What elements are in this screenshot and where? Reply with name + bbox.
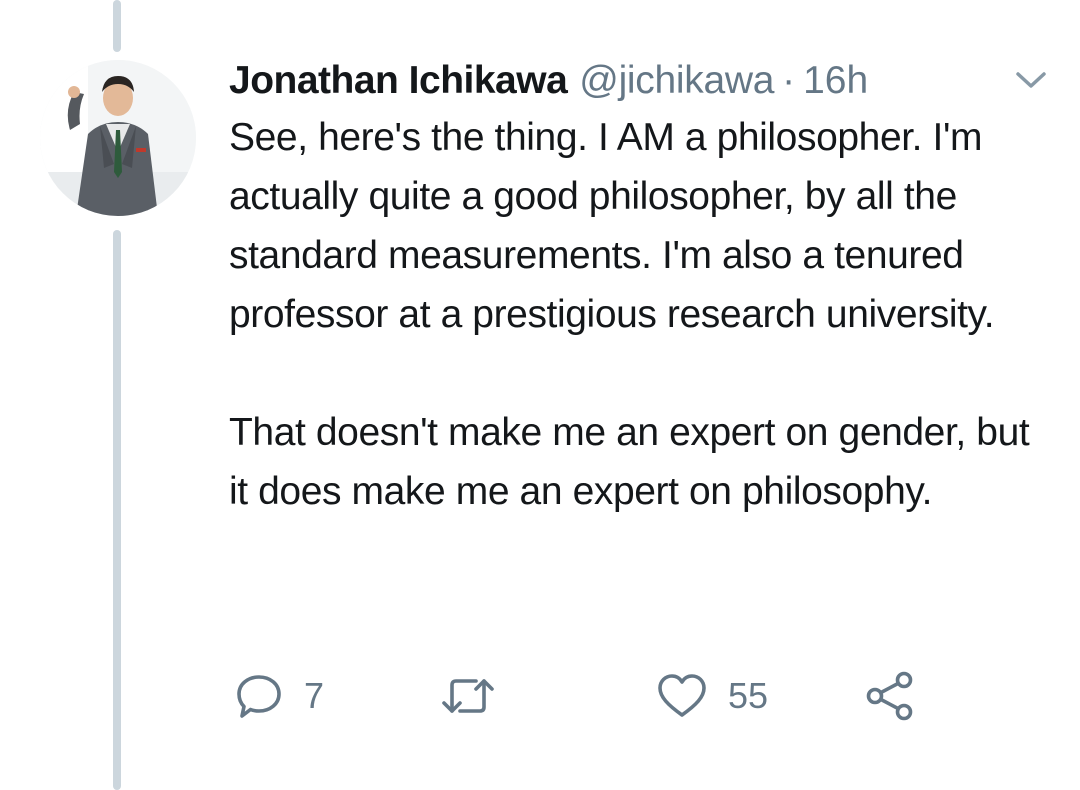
reply-button[interactable]: 7 (234, 668, 324, 724)
avatar-photo (40, 60, 196, 216)
retweet-icon (442, 679, 494, 713)
tweet-timestamp[interactable]: 16h (803, 56, 868, 106)
thread-connector-bottom (113, 230, 121, 790)
header-separator: · (782, 59, 796, 102)
tweet-paragraph: That doesn't make me an expert on gender… (229, 411, 1040, 513)
tweet-header: Jonathan Ichikawa @jichikawa · 16h (229, 56, 868, 106)
heart-icon (658, 674, 706, 717)
thread-connector-top (113, 0, 121, 52)
tweet-menu-button[interactable] (1014, 68, 1048, 92)
like-button[interactable]: 55 (656, 668, 768, 724)
chevron-down-icon (1016, 72, 1046, 88)
reply-count: 7 (304, 675, 325, 716)
reply-icon (237, 675, 281, 718)
share-button[interactable] (864, 668, 916, 724)
share-icon (866, 671, 913, 721)
tweet-paragraph: See, here's the thing. I AM a philosophe… (229, 116, 995, 336)
avatar[interactable] (40, 60, 196, 216)
author-display-name[interactable]: Jonathan Ichikawa (229, 56, 568, 106)
tweet-actions: 7 55 (234, 668, 954, 724)
retweet-button[interactable] (440, 668, 516, 724)
author-handle[interactable]: @jichikawa (579, 56, 774, 106)
like-count: 55 (728, 675, 769, 716)
tweet-body: See, here's the thing. I AM a philosophe… (229, 108, 1049, 521)
